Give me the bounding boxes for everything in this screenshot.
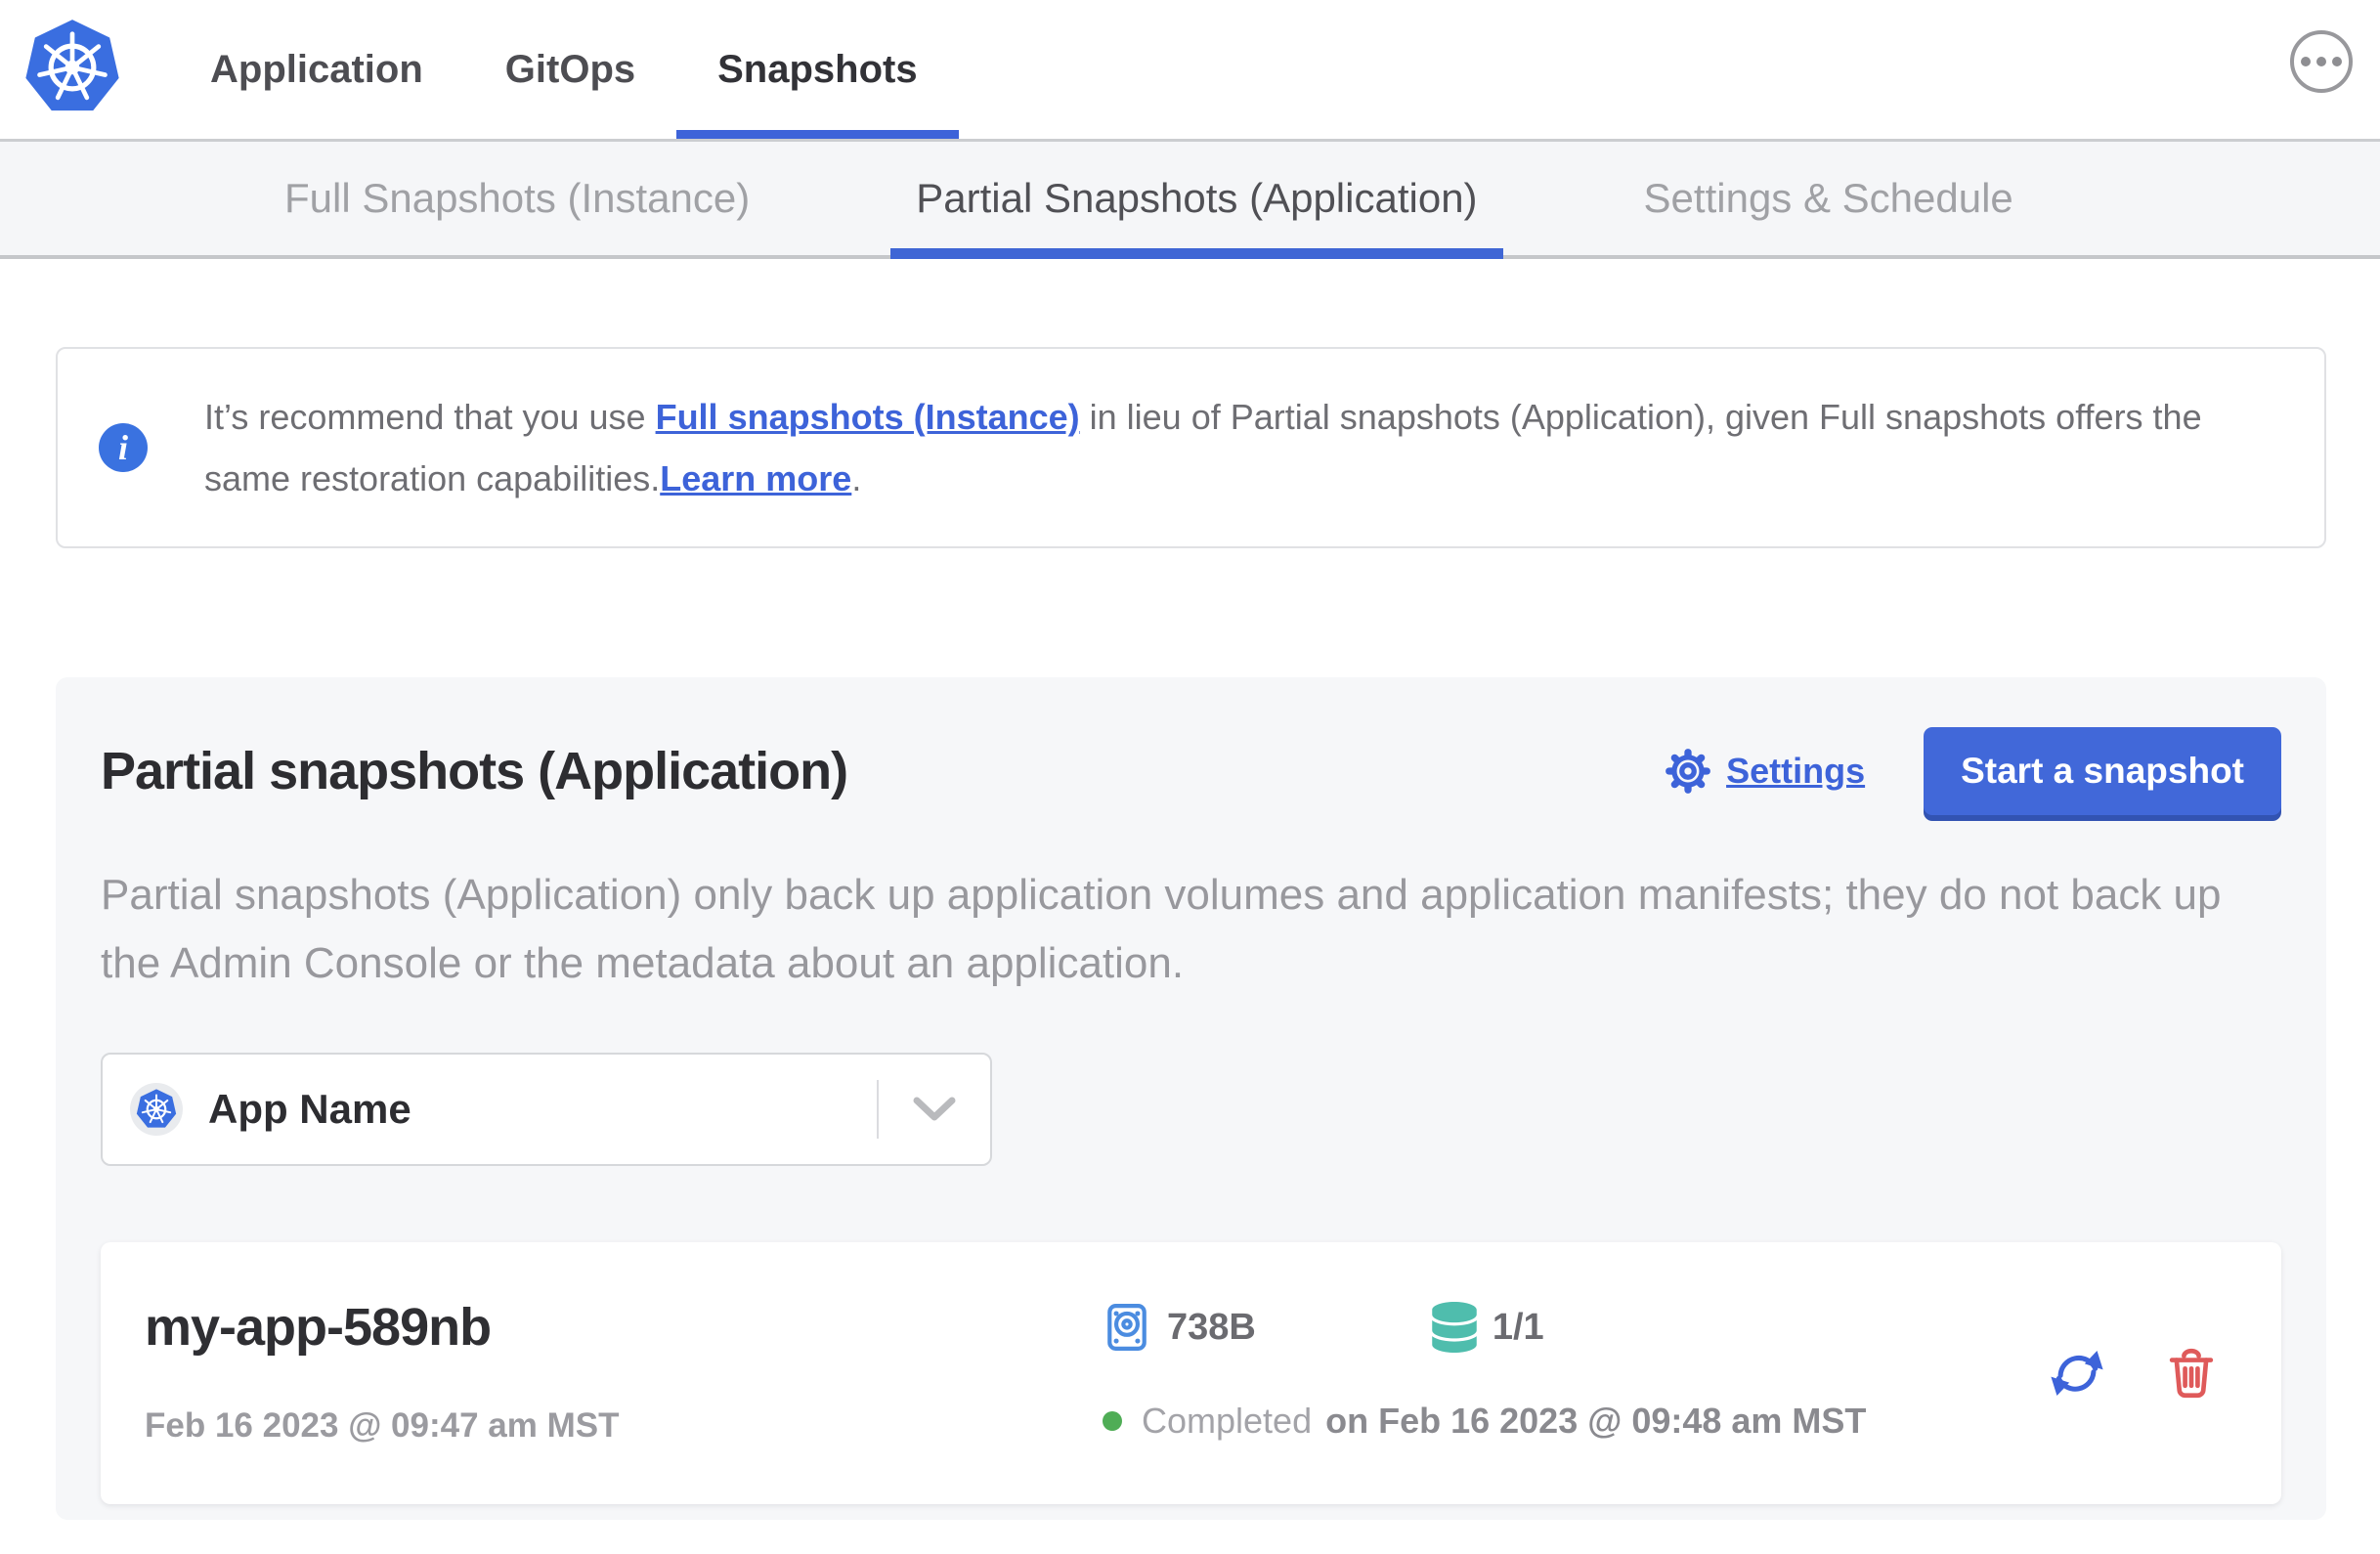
banner-text: It’s recommend that you use Full snapsho… (204, 386, 2257, 509)
tab-settings-schedule[interactable]: Settings & Schedule (1619, 142, 2039, 255)
snapshot-identity: my-app-589nb Feb 16 2023 @ 09:47 am MST (145, 1242, 1103, 1504)
banner-text-start: It’s recommend that you use (204, 397, 656, 437)
card-description: Partial snapshots (Application) only bac… (101, 871, 2222, 987)
card-header-actions: Settings Start a snapshot (1664, 727, 2281, 815)
snapshots-page: Application GitOps Snapshots Full Snapsh… (0, 0, 2380, 1554)
full-snapshots-link[interactable]: Full snapshots (Instance) (656, 397, 1080, 437)
snapshot-name: my-app-589nb (145, 1298, 492, 1357)
start-snapshot-button[interactable]: Start a snapshot (1924, 727, 2281, 815)
partial-snapshots-card: Partial snapshots (Application) Settings… (56, 677, 2326, 1520)
restore-icon (2051, 1351, 2103, 1396)
snapshot-stats: 738B 1/1 (1103, 1301, 1866, 1354)
info-banner: i It’s recommend that you use Full snaps… (56, 347, 2326, 548)
info-icon: i (99, 423, 148, 472)
card-header: Partial snapshots (Application) Settings… (101, 726, 2281, 816)
main-nav-tabs: Application GitOps Snapshots (169, 0, 960, 139)
database-icon (1432, 1302, 1477, 1353)
app-icon-ring (130, 1083, 183, 1136)
snapshot-volume-count: 1/1 (1492, 1306, 1544, 1348)
delete-snapshot-button[interactable] (2164, 1344, 2219, 1403)
nav-tab-application[interactable]: Application (169, 0, 464, 139)
snapshot-status: Completed on Feb 16 2023 @ 09:48 am MST (1103, 1401, 1866, 1442)
disk-icon (1107, 1304, 1147, 1351)
snapshots-subnav: Full Snapshots (Instance) Partial Snapsh… (0, 139, 2380, 259)
snapshot-size: 738B (1167, 1306, 1256, 1348)
ellipsis-dot (2316, 57, 2326, 66)
chevron-down-icon (913, 1097, 956, 1121)
kubernetes-logo-icon (25, 20, 119, 111)
trash-icon (2169, 1348, 2214, 1399)
chevron-down-box[interactable] (879, 1096, 990, 1123)
tab-full-snapshots-instance[interactable]: Full Snapshots (Instance) (259, 142, 775, 255)
snapshot-size-stat: 738B (1103, 1302, 1256, 1353)
ellipsis-menu-button[interactable] (2290, 30, 2353, 93)
nav-tab-gitops[interactable]: GitOps (464, 0, 676, 139)
page-title: Partial snapshots (Application) (101, 742, 848, 800)
dropdown-control (877, 1055, 990, 1164)
status-label: Completed (1142, 1401, 1313, 1441)
top-nav: Application GitOps Snapshots (0, 0, 2380, 139)
gear-icon (1666, 749, 1710, 794)
snapshot-details: 738B 1/1 Completed on Feb 16 2023 @ 09:4… (1103, 1242, 1866, 1504)
snapshot-row[interactable]: my-app-589nb Feb 16 2023 @ 09:47 am MST (101, 1242, 2281, 1504)
snapshot-started-at: Feb 16 2023 @ 09:47 am MST (145, 1406, 620, 1445)
snapshot-volumes-stat: 1/1 (1432, 1302, 1544, 1353)
app-name-dropdown[interactable]: App Name (101, 1053, 992, 1166)
nav-tab-snapshots[interactable]: Snapshots (676, 0, 960, 139)
banner-text-end: . (851, 458, 862, 498)
app-name-value: App Name (208, 1086, 411, 1132)
snapshot-actions (2049, 1242, 2219, 1504)
kubernetes-app-icon (136, 1089, 177, 1128)
ellipsis-dot (2301, 57, 2311, 66)
snapshot-settings-link[interactable]: Settings (1726, 751, 1865, 792)
learn-more-link[interactable]: Learn more (660, 458, 851, 498)
restore-snapshot-button[interactable] (2049, 1344, 2105, 1403)
snapshot-finished-at: on Feb 16 2023 @ 09:48 am MST (1325, 1401, 1867, 1441)
ellipsis-dot (2332, 57, 2342, 66)
status-dot-icon (1103, 1411, 1122, 1431)
tab-partial-snapshots-application[interactable]: Partial Snapshots (Application) (890, 142, 1503, 259)
